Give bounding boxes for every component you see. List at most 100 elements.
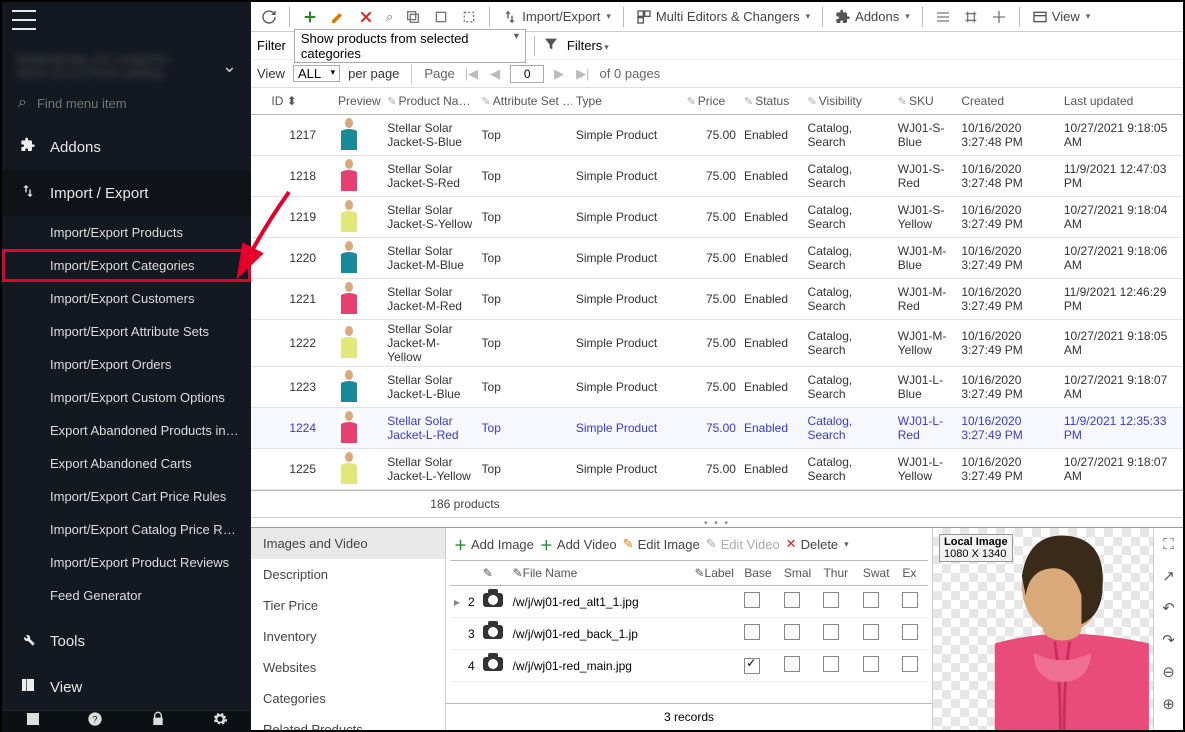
edit-button[interactable] (326, 7, 350, 27)
col-id[interactable]: ID ⬍ (267, 88, 334, 115)
per-page-dropdown[interactable]: ALL (293, 65, 340, 82)
add-image-button[interactable]: ＋Add Image (454, 535, 534, 554)
sidebar-item-import-export-catalog-price-rules[interactable]: Import/Export Catalog Price Rules (2, 513, 251, 546)
table-row[interactable]: 1219Stellar Solar Jacket-S-YellowTopSimp… (251, 197, 1183, 238)
tool-b-button[interactable] (959, 7, 983, 27)
col-attribute-set-[interactable]: ✎Attribute Set … (478, 88, 572, 115)
search-button[interactable]: ⌕ (382, 7, 397, 27)
table-row[interactable]: 1217Stellar Solar Jacket-S-BlueTopSimple… (251, 115, 1183, 156)
swatch-checkbox[interactable] (863, 624, 879, 640)
sidebar-item-import-export-attribute-sets[interactable]: Import/Export Attribute Sets (2, 315, 251, 348)
mcol-Smal[interactable]: Smal (780, 561, 820, 586)
base-checkbox[interactable] (744, 624, 760, 640)
tab-categories[interactable]: Categories (251, 683, 445, 714)
paste-button[interactable] (457, 7, 481, 27)
tab-websites[interactable]: Websites (251, 652, 445, 683)
store-selector[interactable]: Stagingmag_net_magento Store v2.4.3 Root… (2, 30, 251, 84)
sidebar-section-view[interactable]: View (2, 664, 251, 710)
exclude-checkbox[interactable] (902, 592, 918, 608)
zoom-out-icon[interactable]: ⊖ (1162, 663, 1175, 681)
exclude-checkbox[interactable] (902, 656, 918, 672)
col-last-updated[interactable]: Last updated (1060, 88, 1183, 115)
table-row[interactable]: 1225Stellar Solar Jacket-L-YellowTopSimp… (251, 449, 1183, 490)
import-export-menu[interactable]: Import/Export▾ (498, 7, 615, 27)
sidebar-item-import-export-categories[interactable]: Import/Export Categories (2, 249, 251, 282)
filters-menu[interactable]: Filters▾ (567, 38, 609, 53)
edit-image-button[interactable]: ✎Edit Image (623, 536, 700, 552)
table-row[interactable]: 1221Stellar Solar Jacket-M-RedTopSimple … (251, 279, 1183, 320)
exclude-checkbox[interactable] (902, 624, 918, 640)
prev-page-button[interactable]: ◀ (488, 66, 502, 82)
view-menu[interactable]: View▾ (1028, 7, 1094, 27)
mcol-blank-0[interactable] (450, 561, 464, 586)
table-row[interactable]: 1222Stellar Solar Jacket-M-YellowTopSimp… (251, 320, 1183, 367)
sidebar-item-import-export-product-reviews[interactable]: Import/Export Product Reviews (2, 546, 251, 579)
next-page-button[interactable]: ▶ (552, 66, 566, 82)
sidebar-item-export-abandoned-carts[interactable]: Export Abandoned Carts (2, 447, 251, 480)
tab-inventory[interactable]: Inventory (251, 621, 445, 652)
small-checkbox[interactable] (784, 624, 800, 640)
media-row[interactable]: ▸2/w/j/wj01-red_alt1_1.jpg (450, 586, 928, 618)
sidebar-item-feed-generator[interactable]: Feed Generator (2, 579, 251, 612)
sidebar-item-import-export-cart-price-rules[interactable]: Import/Export Cart Price Rules (2, 480, 251, 513)
tab-images-and-video[interactable]: Images and Video (251, 528, 445, 559)
sidebar-item-import-export-products[interactable]: Import/Export Products (2, 216, 251, 249)
mcol-Ex[interactable]: Ex (898, 561, 928, 586)
col-product-na-[interactable]: ✎Product Na… (383, 88, 477, 115)
swatch-checkbox[interactable] (863, 592, 879, 608)
table-row[interactable]: 1218Stellar Solar Jacket-S-RedTopSimple … (251, 156, 1183, 197)
tab-description[interactable]: Description (251, 559, 445, 590)
table-row[interactable]: 1224Stellar Solar Jacket-L-RedTopSimple … (251, 408, 1183, 449)
sidebar-section-import-export[interactable]: Import / Export (2, 170, 251, 216)
table-row[interactable]: 1223Stellar Solar Jacket-L-BlueTopSimple… (251, 367, 1183, 408)
first-page-button[interactable]: |◀ (463, 66, 480, 82)
table-row[interactable]: 1220Stellar Solar Jacket-M-BlueTopSimple… (251, 238, 1183, 279)
tab-tier-price[interactable]: Tier Price (251, 590, 445, 621)
sidebar-item-import-export-customers[interactable]: Import/Export Customers (2, 282, 251, 315)
mcol-Base[interactable]: Base (740, 561, 780, 586)
refresh-button[interactable] (257, 7, 281, 27)
tab-related-products[interactable]: Related Products (251, 714, 445, 730)
col-type[interactable]: Type (572, 88, 683, 115)
mcol-Swat[interactable]: Swat (859, 561, 899, 586)
hamburger-icon[interactable] (12, 10, 36, 30)
sidebar-item-import-export-custom-options[interactable]: Import/Export Custom Options (2, 381, 251, 414)
base-checkbox[interactable] (744, 592, 760, 608)
mcol-File Name[interactable]: ✎File Name (509, 561, 672, 586)
lock-icon[interactable] (150, 711, 166, 732)
copy-button[interactable] (401, 7, 425, 27)
mcol-Thur[interactable]: Thur (819, 561, 858, 586)
col-preview[interactable]: Preview (334, 88, 383, 115)
last-page-button[interactable]: ▶| (574, 66, 591, 82)
filter-dropdown[interactable]: Show products from selected categories (294, 29, 526, 63)
media-row[interactable]: 3/w/j/wj01-red_back_1.jp (450, 618, 928, 650)
sidebar-section-tools[interactable]: Tools (2, 618, 251, 664)
delete-button[interactable] (354, 7, 378, 27)
base-checkbox[interactable] (744, 658, 760, 674)
thumb-checkbox[interactable] (823, 624, 839, 640)
col-sku[interactable]: ✎SKU (894, 88, 958, 115)
sidebar-section-addons[interactable]: Addons (2, 124, 251, 170)
fullscreen-icon[interactable]: ⛶ (1163, 536, 1174, 553)
mcol-blank-4[interactable] (671, 561, 690, 586)
tool-c-button[interactable] (987, 7, 1011, 27)
open-external-icon[interactable]: ↗ (1162, 567, 1175, 585)
col-created[interactable]: Created (957, 88, 1060, 115)
clone-button[interactable] (429, 7, 453, 27)
gear-icon[interactable] (212, 711, 228, 732)
mcol-Label[interactable]: ✎Label (690, 561, 740, 586)
swatch-checkbox[interactable] (863, 656, 879, 672)
horizontal-splitter[interactable]: • • • (251, 517, 1183, 527)
mcol-blank-2[interactable]: ✎ (479, 561, 509, 586)
multi-editors-menu[interactable]: Multi Editors & Changers▾ (632, 7, 814, 27)
add-video-button[interactable]: ＋Add Video (540, 535, 617, 554)
menu-search-input[interactable] (37, 96, 235, 111)
rotate-right-icon[interactable]: ↷ (1162, 631, 1175, 649)
mcol-blank-1[interactable] (464, 561, 479, 586)
sidebar-item-export-abandoned-products-in-c-[interactable]: Export Abandoned Products in C... (2, 414, 251, 447)
col-status[interactable]: ✎Status (740, 88, 804, 115)
delete-media-button[interactable]: ✕Delete▾ (786, 536, 849, 552)
col-price[interactable]: ✎Price (683, 88, 740, 115)
thumb-checkbox[interactable] (823, 592, 839, 608)
media-row[interactable]: 4/w/j/wj01-red_main.jpg (450, 650, 928, 682)
